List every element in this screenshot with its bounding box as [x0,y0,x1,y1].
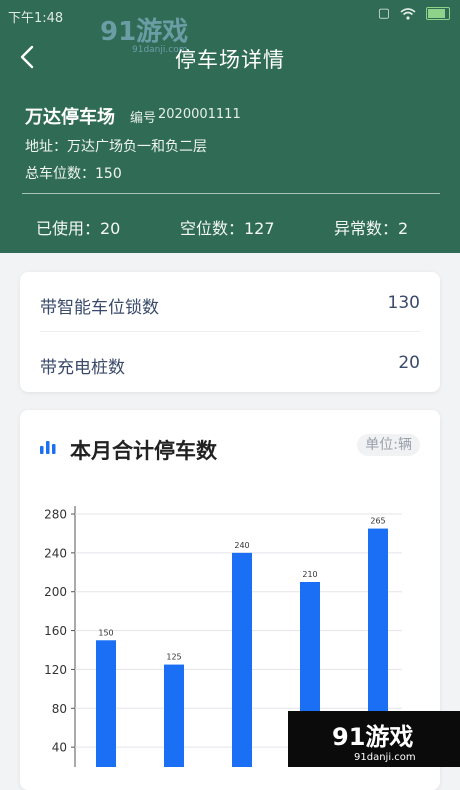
y-tick-label: 200 [44,585,67,599]
info-row-charging: 带充电桩数 20 [40,334,420,392]
header-divider [22,193,440,194]
battery-icon [426,7,450,20]
total-spaces: 总车位数：150 [25,166,122,182]
info-card: 带智能车位锁数 130 带充电桩数 20 [20,272,440,392]
svg-text:91游戏: 91游戏 [332,723,413,751]
bar-data-label: 240 [234,541,249,550]
lot-code-label: 编号 [130,111,157,126]
y-tick-label: 40 [52,741,67,755]
header: 下午1:48 ▢ 91游戏 91danji.com 停车场详情 万达停车场 编号… [0,0,460,253]
wifi-icon [400,7,416,20]
stat-abnormal: 异常数：2 [334,219,409,238]
svg-text:91danji.com: 91danji.com [354,752,416,763]
status-bar: 下午1:48 ▢ [0,0,460,30]
bar-data-label: 150 [98,628,113,637]
y-tick-label: 240 [44,546,67,560]
info-divider [40,331,420,332]
stat-free: 空位数：127 [180,219,275,238]
bar-data-label: 125 [166,653,181,662]
y-tick-label: 280 [44,508,67,522]
y-tick-label: 120 [44,663,67,677]
info-value: 20 [398,353,420,373]
bar-data-label: 210 [302,570,317,579]
y-tick-label: 160 [44,624,67,638]
y-tick-label: 80 [52,702,67,716]
lot-name: 万达停车场 [25,107,115,128]
info-row-smart-lock: 带智能车位锁数 130 [40,274,420,332]
info-value: 130 [387,293,420,313]
chart-bar [164,664,184,767]
chart-bar [232,552,252,767]
info-label: 带充电桩数 [40,358,125,378]
page-title: 停车场详情 [175,48,285,72]
stat-used: 已使用：20 [36,219,121,238]
watermark-badge: 91游戏 91danji.com [288,711,460,767]
bar-data-label: 265 [370,517,385,526]
info-label: 带智能车位锁数 [40,298,159,318]
lot-code: 2020001111 [158,107,241,122]
status-time: 下午1:48 [8,11,64,26]
status-icons: ▢ [378,6,450,21]
chart-bar [96,640,116,767]
svg-text:91游戏: 91游戏 [100,17,188,47]
lot-address: 地址：万达广场负一和负二层 [25,139,207,155]
sim-icon: ▢ [377,6,390,21]
